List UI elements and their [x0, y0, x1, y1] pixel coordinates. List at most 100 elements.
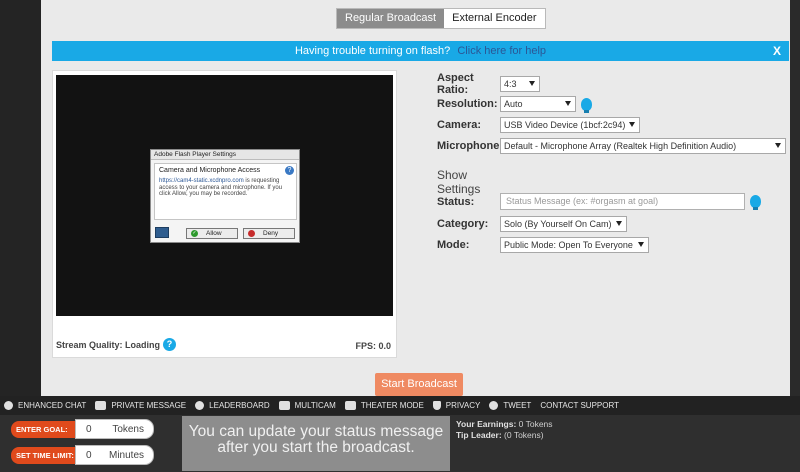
earnings-line: Your Earnings: 0 Tokens	[456, 419, 553, 430]
time-limit-value: 0	[86, 449, 92, 461]
allow-label: Allow	[206, 230, 222, 237]
left-gutter	[0, 0, 41, 396]
right-gutter	[790, 0, 800, 396]
microphone-label: Microphone:	[437, 140, 503, 152]
toolbar-privacy[interactable]: Privacy	[432, 401, 481, 410]
aspect-ratio-select[interactable]: 4:3	[500, 76, 540, 92]
chevron-down-icon	[775, 143, 781, 148]
mode-select[interactable]: Public Mode: Open To Everyone	[500, 237, 649, 253]
check-icon: ✓	[191, 230, 198, 237]
goal-input[interactable]: 0 Tokens	[75, 419, 154, 439]
tip-leader-value: (0 Tokens)	[504, 430, 544, 440]
microphone-row: Microphone: Default - Microphone Array (…	[437, 138, 786, 154]
multicam-icon	[278, 401, 290, 410]
toolbar-label: Privacy	[445, 401, 481, 410]
allow-button[interactable]: ✓ Allow	[186, 228, 238, 239]
help-icon[interactable]: ?	[285, 166, 294, 175]
mode-value: Public Mode: Open To Everyone	[504, 240, 633, 250]
camera-value: USB Video Device (1bcf:2c94)	[504, 120, 626, 130]
stream-quality: Stream Quality: Loading ?	[56, 338, 177, 351]
dialog-link[interactable]: https://cam4-static.xcdnpro.com	[159, 178, 244, 184]
camera-row: Camera: USB Video Device (1bcf:2c94)	[437, 117, 640, 133]
dialog-body: Camera and Microphone Access ? https://c…	[154, 163, 297, 220]
dialog-text: https://cam4-static.xcdnpro.com is reque…	[159, 178, 292, 198]
bottom-toolbar: Enhanced Chat Private Message Leaderboar…	[0, 396, 800, 415]
dialog-title: Adobe Flash Player Settings	[151, 150, 299, 160]
camera-preview-panel: Adobe Flash Player Settings Camera and M…	[52, 70, 397, 358]
tab-regular-broadcast[interactable]: Regular Broadcast	[337, 9, 445, 28]
lightbulb-icon[interactable]	[581, 97, 592, 113]
category-value: Solo (By Yourself On Cam)	[504, 219, 612, 229]
info-icon[interactable]: ?	[163, 338, 177, 351]
resolution-row: Resolution: Auto	[437, 96, 592, 113]
envelope-icon	[95, 401, 107, 410]
goal-unit: Tokens	[112, 423, 144, 435]
flash-help-banner: Having trouble turning on flash? Click h…	[52, 41, 789, 61]
resolution-select[interactable]: Auto	[500, 96, 576, 112]
toolbar-enhanced-chat[interactable]: Enhanced Chat	[4, 401, 86, 410]
toolbar-contact-support[interactable]: Contact Support	[540, 401, 619, 410]
toolbar-label: Tweet	[503, 401, 532, 410]
aspect-ratio-row: Aspect Ratio: 4:3	[437, 72, 540, 96]
microphone-select[interactable]: Default - Microphone Array (Realtek High…	[500, 138, 786, 154]
close-banner-button[interactable]: X	[773, 41, 781, 61]
microphone-value: Default - Microphone Array (Realtek High…	[504, 141, 737, 151]
twitter-bird-icon	[489, 401, 499, 410]
dialog-heading: Camera and Microphone Access	[159, 167, 261, 174]
stream-quality-value: Loading	[125, 339, 161, 350]
flash-permission-dialog: Adobe Flash Player Settings Camera and M…	[150, 149, 300, 243]
tab-external-encoder[interactable]: External Encoder	[444, 9, 545, 28]
toolbar-label: Multicam	[294, 401, 336, 410]
mode-row: Mode: Public Mode: Open To Everyone	[437, 237, 649, 253]
toolbar-leaderboard[interactable]: Leaderboard	[195, 401, 270, 410]
toolbar-private-message[interactable]: Private Message	[95, 401, 186, 410]
broadcast-panel: Regular Broadcast External Encoder Havin…	[41, 0, 790, 396]
category-select[interactable]: Solo (By Yourself On Cam)	[500, 216, 627, 232]
deny-icon	[248, 230, 255, 237]
toolbar-label: Theater Mode	[360, 401, 424, 410]
toolbar-theater-mode[interactable]: Theater Mode	[344, 401, 424, 410]
aspect-ratio-value: 4:3	[504, 79, 517, 89]
toolbar-tweet[interactable]: Tweet	[489, 401, 531, 410]
toolbar-label: Private Message	[111, 401, 187, 410]
medal-icon	[195, 401, 205, 410]
time-limit-input[interactable]: 0 Minutes	[75, 445, 154, 465]
goal-row: ENTER GOAL: 0 Tokens	[11, 419, 154, 439]
chevron-down-icon	[629, 122, 635, 127]
webcam-icon[interactable]	[155, 227, 169, 238]
toolbar-multicam[interactable]: Multicam	[278, 401, 336, 410]
shield-icon	[432, 401, 441, 410]
lightbulb-icon[interactable]	[750, 195, 761, 210]
broadcast-footer: ENTER GOAL: 0 Tokens SET TIME LIMIT: 0 M…	[0, 415, 800, 472]
camera-select[interactable]: USB Video Device (1bcf:2c94)	[500, 117, 640, 133]
status-row: Status: Status Message (ex: #orgasm at g…	[437, 193, 761, 210]
deny-label: Deny	[263, 230, 279, 237]
aspect-ratio-label: Aspect Ratio:	[437, 72, 474, 96]
mode-label: Mode:	[437, 239, 470, 251]
category-label: Category:	[437, 218, 489, 230]
stream-quality-label: Stream Quality:	[56, 339, 123, 350]
earnings-value: 0 Tokens	[518, 419, 553, 429]
tip-leader-label: Tip Leader:	[456, 430, 502, 440]
deny-button[interactable]: Deny	[243, 228, 295, 239]
toolbar-label: Contact Support	[540, 401, 619, 410]
expand-icon	[344, 401, 356, 410]
show-settings-heading: Show Settings	[437, 168, 481, 196]
chevron-down-icon	[565, 101, 571, 106]
resolution-value: Auto	[504, 99, 523, 109]
fps-readout: FPS: 0.0	[355, 341, 391, 351]
chevron-down-icon	[638, 242, 644, 247]
time-limit-label: SET TIME LIMIT:	[11, 446, 75, 464]
flash-help-message: Having trouble turning on flash?	[294, 45, 451, 57]
broadcast-mode-tabs: Regular Broadcast External Encoder	[336, 8, 546, 29]
status-input[interactable]: Status Message (ex: #orgasm at goal)	[500, 193, 745, 210]
status-label: Status:	[437, 195, 475, 208]
status-update-hint: You can update your status message after…	[182, 416, 450, 471]
time-limit-unit: Minutes	[108, 449, 144, 461]
time-limit-row: SET TIME LIMIT: 0 Minutes	[11, 445, 154, 465]
start-broadcast-button[interactable]: Start Broadcast	[375, 373, 463, 396]
toolbar-label: Enhanced Chat	[18, 401, 87, 410]
flash-help-link[interactable]: Click here for help	[457, 45, 546, 57]
chevron-down-icon	[616, 221, 622, 226]
earnings-stats: Your Earnings: 0 Tokens Tip Leader: (0 T…	[456, 419, 553, 441]
